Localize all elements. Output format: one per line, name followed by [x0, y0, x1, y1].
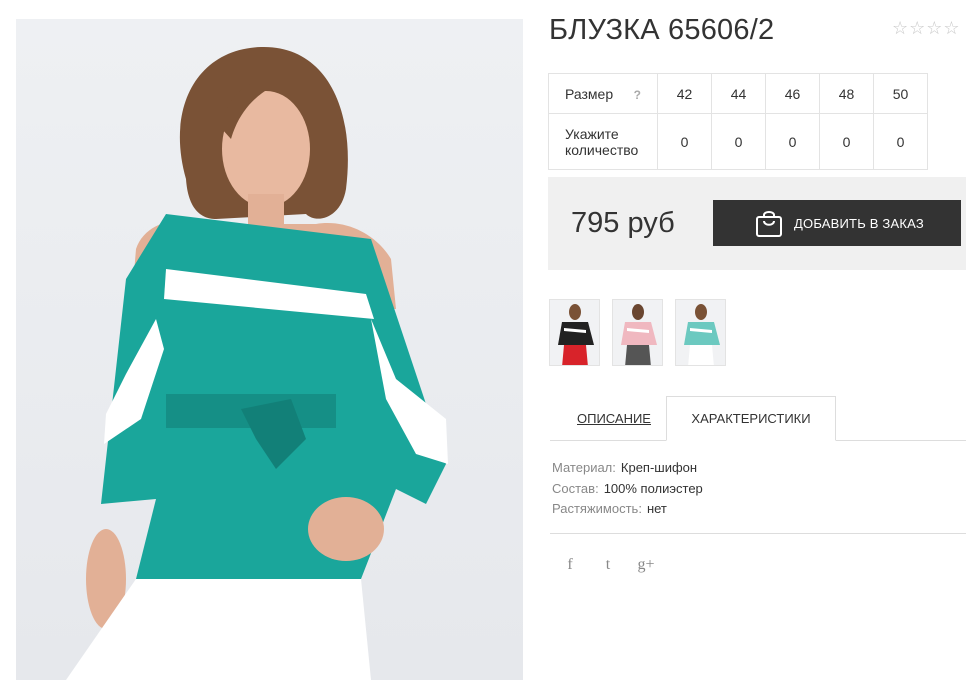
tab-characteristics[interactable]: ХАРАКТЕРИСТИКИ: [666, 396, 836, 441]
size-44: 44: [711, 73, 766, 114]
thumbnail-image: [621, 304, 657, 365]
size-help-icon[interactable]: ?: [634, 87, 641, 103]
star-icon[interactable]: ☆: [943, 20, 959, 38]
spec-value: нет: [646, 501, 667, 516]
size-row: Размер ? 42 44 46 48 50: [548, 73, 928, 114]
size-table: Размер ? 42 44 46 48 50 Укажите количест…: [548, 73, 928, 170]
quantity-input-42[interactable]: 0: [657, 113, 712, 170]
main-product-photo[interactable]: [16, 19, 523, 680]
thumbnail-black[interactable]: [549, 299, 600, 366]
quantity-input-46[interactable]: 0: [765, 113, 820, 170]
spec-key: Материал:: [552, 460, 616, 475]
star-icon[interactable]: ☆: [909, 20, 925, 38]
rating-stars[interactable]: ☆ ☆ ☆ ☆: [892, 20, 960, 38]
size-label: Размер: [565, 85, 614, 102]
product-title: БЛУЗКА 65606/2: [549, 14, 775, 46]
quantity-input-48[interactable]: 0: [819, 113, 874, 170]
twitter-icon[interactable]: t: [598, 556, 618, 574]
shopping-bag-icon: [756, 211, 782, 237]
thumbnail-list: [549, 299, 726, 366]
star-icon[interactable]: ☆: [892, 20, 908, 38]
price: 795 руб: [571, 207, 675, 239]
size-50: 50: [873, 73, 928, 114]
spec-value: 100% полиэстер: [603, 480, 703, 496]
price-panel: 795 руб ДОБАВИТЬ В ЗАКАЗ: [548, 177, 966, 270]
add-to-order-label: ДОБАВИТЬ В ЗАКАЗ: [794, 216, 924, 231]
social-divider: [550, 533, 966, 534]
social-share: f t g+: [560, 556, 656, 574]
thumbnail-image: [558, 304, 594, 365]
star-icon[interactable]: ☆: [926, 20, 942, 38]
add-to-order-button[interactable]: ДОБАВИТЬ В ЗАКАЗ: [713, 200, 961, 246]
size-42: 42: [657, 73, 712, 114]
spec-key: Растяжимость:: [552, 501, 642, 516]
size-48: 48: [819, 73, 874, 114]
facebook-icon[interactable]: f: [560, 556, 580, 574]
size-46: 46: [765, 73, 820, 114]
quantity-row: Укажите количество 0 0 0 0 0: [548, 113, 928, 170]
spec-row: Материал: Креп-шифон: [552, 458, 703, 479]
spec-row: Состав: 100% полиэстер: [552, 479, 703, 500]
quantity-input-50[interactable]: 0: [873, 113, 928, 170]
spec-row: Растяжимость: нет: [552, 499, 703, 520]
size-label-cell: Размер ?: [548, 73, 658, 114]
specs-list: Материал: Креп-шифон Состав: 100% полиэсте…: [552, 458, 703, 520]
tab-description[interactable]: ОПИСАНИЕ: [577, 411, 651, 426]
thumbnail-turquoise[interactable]: [675, 299, 726, 366]
thumbnail-pink[interactable]: [612, 299, 663, 366]
quantity-label: Укажите количество: [548, 113, 658, 170]
google-plus-icon[interactable]: g+: [636, 556, 656, 574]
spec-key: Состав:: [552, 480, 599, 496]
spec-value: Креп-шифон: [620, 460, 698, 475]
model-illustration: [66, 46, 448, 680]
quantity-input-44[interactable]: 0: [711, 113, 766, 170]
thumbnail-image: [684, 304, 720, 365]
